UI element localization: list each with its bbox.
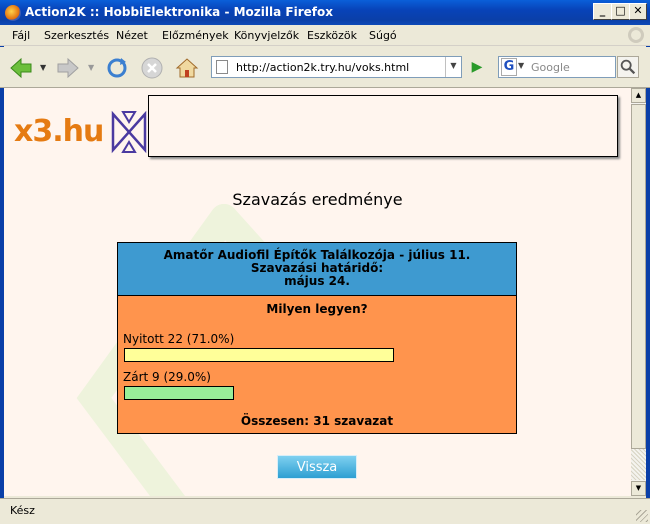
- close-button[interactable]: ✕: [629, 3, 647, 20]
- status-bar: Kész: [0, 498, 650, 524]
- back-history-dropdown-icon[interactable]: ▼: [40, 63, 46, 72]
- logo-text: x3.hu: [14, 114, 104, 149]
- search-input[interactable]: Google: [531, 61, 570, 74]
- menu-file[interactable]: Fájl: [12, 29, 30, 42]
- minimize-button[interactable]: _: [593, 3, 612, 20]
- home-icon[interactable]: [174, 55, 200, 81]
- url-text[interactable]: http://action2k.try.hu/voks.html: [236, 61, 409, 74]
- url-bar[interactable]: http://action2k.try.hu/voks.html ▼: [211, 56, 462, 78]
- back-button[interactable]: Vissza: [277, 455, 357, 479]
- scroll-down-icon[interactable]: ▼: [631, 481, 646, 496]
- vertical-scrollbar[interactable]: ▲ ▼: [631, 88, 646, 496]
- resize-grip-icon[interactable]: [636, 510, 648, 522]
- scroll-track[interactable]: [631, 449, 646, 480]
- poll-total: Összesen: 31 szavazat: [240, 414, 394, 428]
- poll-deadline-date: május 24.: [284, 274, 350, 288]
- menu-bookmarks[interactable]: Könyvjelzők: [234, 29, 299, 42]
- forward-history-dropdown-icon[interactable]: ▼: [88, 63, 94, 72]
- go-arrow-icon[interactable]: ▶: [468, 57, 486, 77]
- stop-icon[interactable]: [139, 55, 165, 81]
- poll-option-bar: [124, 348, 394, 362]
- poll-option-label: Nyitott 22 (71.0%): [123, 332, 235, 346]
- page-title: Szavazás eredménye: [232, 190, 403, 209]
- scroll-thumb[interactable]: [631, 104, 646, 449]
- search-engine-dropdown-icon[interactable]: ▼: [518, 61, 524, 70]
- forward-arrow-icon[interactable]: [55, 55, 81, 81]
- maximize-button[interactable]: □: [611, 3, 630, 20]
- back-arrow-icon[interactable]: [8, 55, 34, 81]
- status-text: Kész: [10, 504, 35, 517]
- search-engine-icon[interactable]: G: [501, 58, 517, 76]
- menu-help[interactable]: Súgó: [369, 29, 397, 42]
- site-logo[interactable]: x3.hu: [14, 108, 147, 158]
- window-title: Action2K :: HobbiElektronika - Mozilla F…: [25, 5, 333, 19]
- reload-icon[interactable]: [104, 55, 130, 81]
- page-content: x3.hu Szavazás eredménye Amatőr Audiofil…: [4, 88, 631, 496]
- url-dropdown-icon[interactable]: ▼: [445, 57, 461, 77]
- scroll-up-icon[interactable]: ▲: [631, 88, 646, 103]
- menu-bar: Fájl Szerkesztés Nézet Előzmények Könyvj…: [0, 25, 650, 46]
- menu-edit[interactable]: Szerkesztés: [44, 29, 109, 42]
- banner-box: [148, 95, 618, 157]
- menu-history[interactable]: Előzmények: [162, 29, 229, 42]
- menu-tools[interactable]: Eszközök: [307, 29, 357, 42]
- search-magnifier-icon[interactable]: [617, 56, 639, 78]
- poll-results-box: Amatőr Audiofil Építők Találkozója - júl…: [117, 242, 517, 434]
- poll-option-bar: [124, 386, 234, 400]
- poll-header: Amatőr Audiofil Építők Találkozója - júl…: [118, 243, 516, 295]
- logo-mark-icon: [111, 110, 147, 154]
- page-icon: [216, 60, 228, 74]
- firefox-icon: [5, 5, 21, 21]
- menu-view[interactable]: Nézet: [116, 29, 148, 42]
- window-frame-right: [646, 25, 650, 524]
- search-box[interactable]: G ▼ Google: [498, 56, 616, 78]
- poll-question: Milyen legyen?: [266, 302, 368, 316]
- throbber-icon: [628, 27, 644, 43]
- title-bar[interactable]: Action2K :: HobbiElektronika - Mozilla F…: [0, 0, 650, 25]
- poll-body: Milyen legyen? Nyitott 22 (71.0%) Zárt 9…: [118, 295, 516, 433]
- poll-option-label: Zárt 9 (29.0%): [123, 370, 211, 384]
